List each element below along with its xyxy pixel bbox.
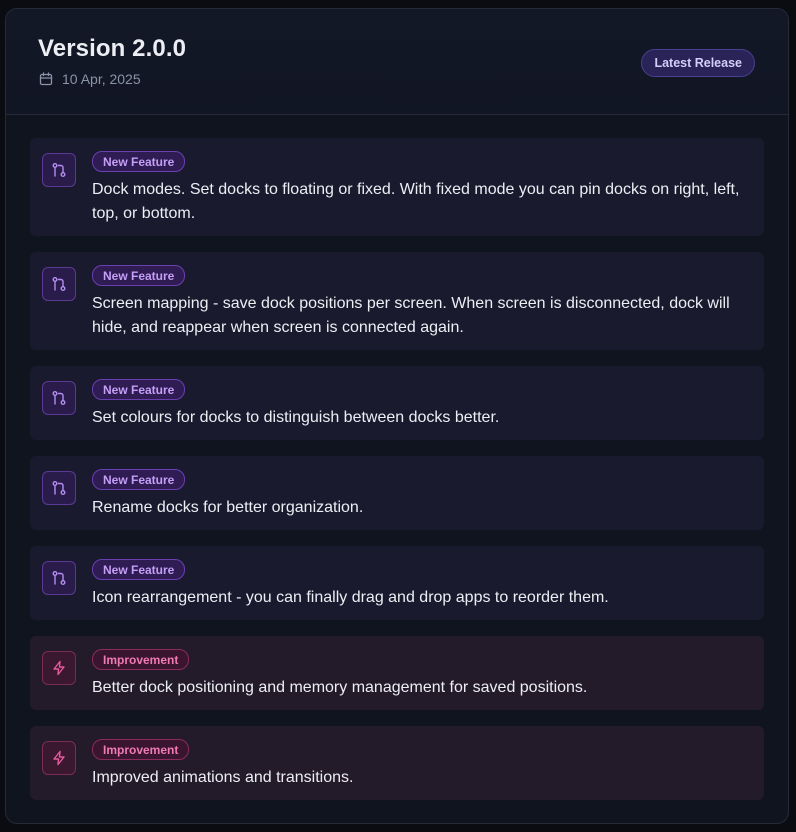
list-item: New Feature Dock modes. Set docks to flo… xyxy=(30,138,764,236)
list-item: Improvement Better dock positioning and … xyxy=(30,636,764,710)
new-feature-tag: New Feature xyxy=(92,265,186,286)
entry-description: Icon rearrangement - you can finally dra… xyxy=(92,589,609,606)
lightning-bolt-icon xyxy=(42,741,76,775)
release-date: 10 Apr, 2025 xyxy=(39,71,141,87)
latest-release-badge: Latest Release xyxy=(641,49,755,77)
list-item: New Feature Rename docks for better orga… xyxy=(30,456,764,530)
improvement-tag: Improvement xyxy=(92,649,190,670)
git-pull-request-icon xyxy=(42,267,76,301)
release-header: Version 2.0.0 10 Apr, 2025 Latest Releas… xyxy=(6,9,788,115)
list-item: New Feature Icon rearrangement - you can… xyxy=(30,546,764,620)
list-item: New Feature Set colours for docks to dis… xyxy=(30,366,764,440)
release-date-text: 10 Apr, 2025 xyxy=(62,71,141,87)
entry-description: Improved animations and transitions. xyxy=(92,769,354,786)
new-feature-tag: New Feature xyxy=(92,559,186,580)
git-pull-request-icon xyxy=(42,561,76,595)
list-item: Improvement Improved animations and tran… xyxy=(30,726,764,800)
lightning-bolt-icon xyxy=(42,651,76,685)
entry-description: Rename docks for better organization. xyxy=(92,499,364,516)
calendar-icon xyxy=(39,72,53,86)
improvement-tag: Improvement xyxy=(92,739,190,760)
entry-description: Better dock positioning and memory manag… xyxy=(92,679,588,696)
new-feature-tag: New Feature xyxy=(92,379,186,400)
release-card: Version 2.0.0 10 Apr, 2025 Latest Releas… xyxy=(5,8,789,824)
entry-description: Set colours for docks to distinguish bet… xyxy=(92,409,500,426)
list-item: New Feature Screen mapping - save dock p… xyxy=(30,252,764,350)
new-feature-tag: New Feature xyxy=(92,151,186,172)
new-feature-tag: New Feature xyxy=(92,469,186,490)
git-pull-request-icon xyxy=(42,153,76,187)
git-pull-request-icon xyxy=(42,381,76,415)
entry-description: Screen mapping - save dock positions per… xyxy=(92,295,730,336)
git-pull-request-icon xyxy=(42,471,76,505)
version-title: Version 2.0.0 xyxy=(38,35,187,62)
entry-description: Dock modes. Set docks to floating or fix… xyxy=(92,181,740,222)
